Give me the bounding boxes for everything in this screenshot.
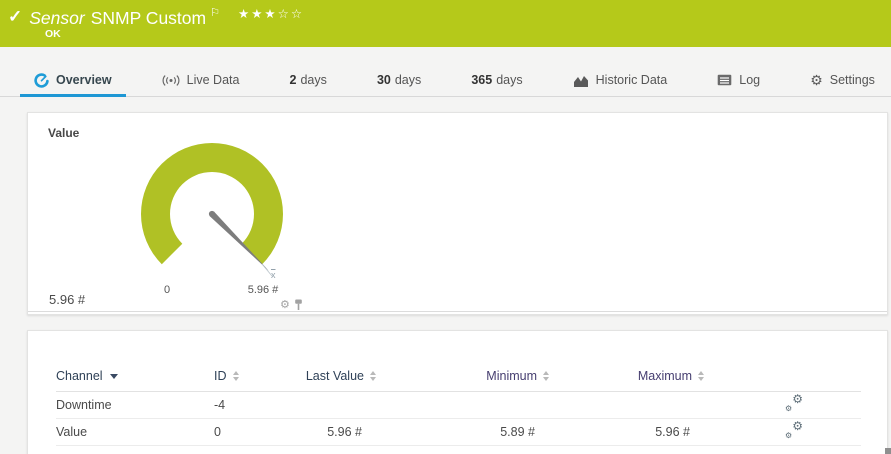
sort-icon <box>543 371 549 381</box>
channel-id-cell: 0 <box>214 418 304 445</box>
tab-number: 365 <box>471 73 492 87</box>
gauge-scale-min: 0 <box>157 284 177 296</box>
column-header-channel[interactable]: Channel <box>56 361 214 391</box>
historic-chart-icon <box>573 74 589 87</box>
tab-overview[interactable]: Overview <box>20 66 126 97</box>
tab-bar: Overview Live Data 2 days 30 days 365 da… <box>0 66 891 97</box>
table-row-downtime: Downtime -4 ⚙⚙ <box>56 391 861 418</box>
channel-table-panel: Channel ID Last Value Minimum Maximum Do… <box>27 330 888 454</box>
priority-stars[interactable]: ★★★☆☆ <box>238 7 304 21</box>
gauge-arc <box>141 143 283 264</box>
channel-name-cell: Downtime <box>56 391 214 418</box>
table-row-value: Value 0 5.96 # 5.89 # 5.96 # ⚙⚙ <box>56 418 861 445</box>
channel-settings-icon[interactable]: ⚙⚙ <box>785 396 803 411</box>
status-ok-check-icon: ✓ <box>8 7 22 27</box>
maximum-cell: 5.96 # <box>549 418 704 445</box>
tab-label: Historic Data <box>596 73 668 87</box>
gauge-panel: Value x 0 5.96 # 5.96 # ⚙ <box>27 112 888 315</box>
column-header-maximum[interactable]: Maximum <box>549 361 704 391</box>
status-badge: OK <box>45 28 61 40</box>
stars-empty: ☆☆ <box>278 7 304 21</box>
gauge-scale-max: 5.96 # <box>233 284 293 296</box>
tab-number: 30 <box>377 73 391 87</box>
scrollbar-corner[interactable] <box>885 448 891 454</box>
tab-label: days <box>300 73 326 87</box>
maximum-cell <box>549 391 704 418</box>
sensor-header: ✓ Sensor SNMP Custom ⚐ ★★★☆☆ OK <box>0 0 891 47</box>
page-title: Sensor SNMP Custom <box>29 7 206 29</box>
column-header-last-value[interactable]: Last Value <box>304 361 376 391</box>
flag-icon: ⚐ <box>210 7 220 19</box>
log-icon <box>717 74 732 86</box>
pin-icon[interactable] <box>294 299 303 311</box>
sort-descending-icon <box>110 374 118 379</box>
graph-settings-gear-icon[interactable]: ⚙ <box>280 300 290 311</box>
tab-historic-data[interactable]: Historic Data <box>559 66 682 97</box>
tab-label: Live Data <box>187 73 240 87</box>
gauge-title: Value <box>48 126 79 140</box>
average-marker: x <box>271 270 276 280</box>
last-value-cell <box>304 391 376 418</box>
channel-table: Channel ID Last Value Minimum Maximum Do… <box>56 361 861 446</box>
stars-filled: ★★★ <box>238 7 278 21</box>
channel-name-cell: Value <box>56 418 214 445</box>
gauge-block: Value x 0 5.96 # 5.96 # ⚙ <box>28 113 887 312</box>
gauge-chart <box>138 140 308 300</box>
sort-icon <box>698 371 704 381</box>
sensor-type-label: Sensor <box>29 8 84 28</box>
tab-live-data[interactable]: Live Data <box>148 66 254 97</box>
table-header-row: Channel ID Last Value Minimum Maximum <box>56 361 861 391</box>
tab-label: Settings <box>830 73 875 87</box>
column-header-minimum[interactable]: Minimum <box>376 361 549 391</box>
tab-label: days <box>395 73 421 87</box>
tab-label: Overview <box>56 73 112 87</box>
tab-30-days[interactable]: 30 days <box>363 66 435 97</box>
tab-365-days[interactable]: 365 days <box>457 66 536 97</box>
minimum-cell: 5.89 # <box>376 418 549 445</box>
channel-id-cell: -4 <box>214 391 304 418</box>
live-data-icon <box>162 74 180 87</box>
gauge-icon <box>34 73 49 88</box>
tab-number: 2 <box>290 73 297 87</box>
tab-label: Log <box>739 73 760 87</box>
last-value-cell: 5.96 # <box>304 418 376 445</box>
tab-settings[interactable]: ⚙ Settings <box>796 66 889 97</box>
tab-log[interactable]: Log <box>703 66 774 97</box>
tab-2-days[interactable]: 2 days <box>276 66 341 97</box>
gauge-current-value: 5.96 # <box>49 292 85 307</box>
settings-gear-icon: ⚙ <box>810 73 823 87</box>
minimum-cell <box>376 391 549 418</box>
column-header-id[interactable]: ID <box>214 361 304 391</box>
sensor-name: SNMP Custom <box>91 8 206 28</box>
channel-settings-icon[interactable]: ⚙⚙ <box>785 423 803 438</box>
sort-icon <box>370 371 376 381</box>
tab-label: days <box>496 73 522 87</box>
sort-icon <box>233 371 239 381</box>
